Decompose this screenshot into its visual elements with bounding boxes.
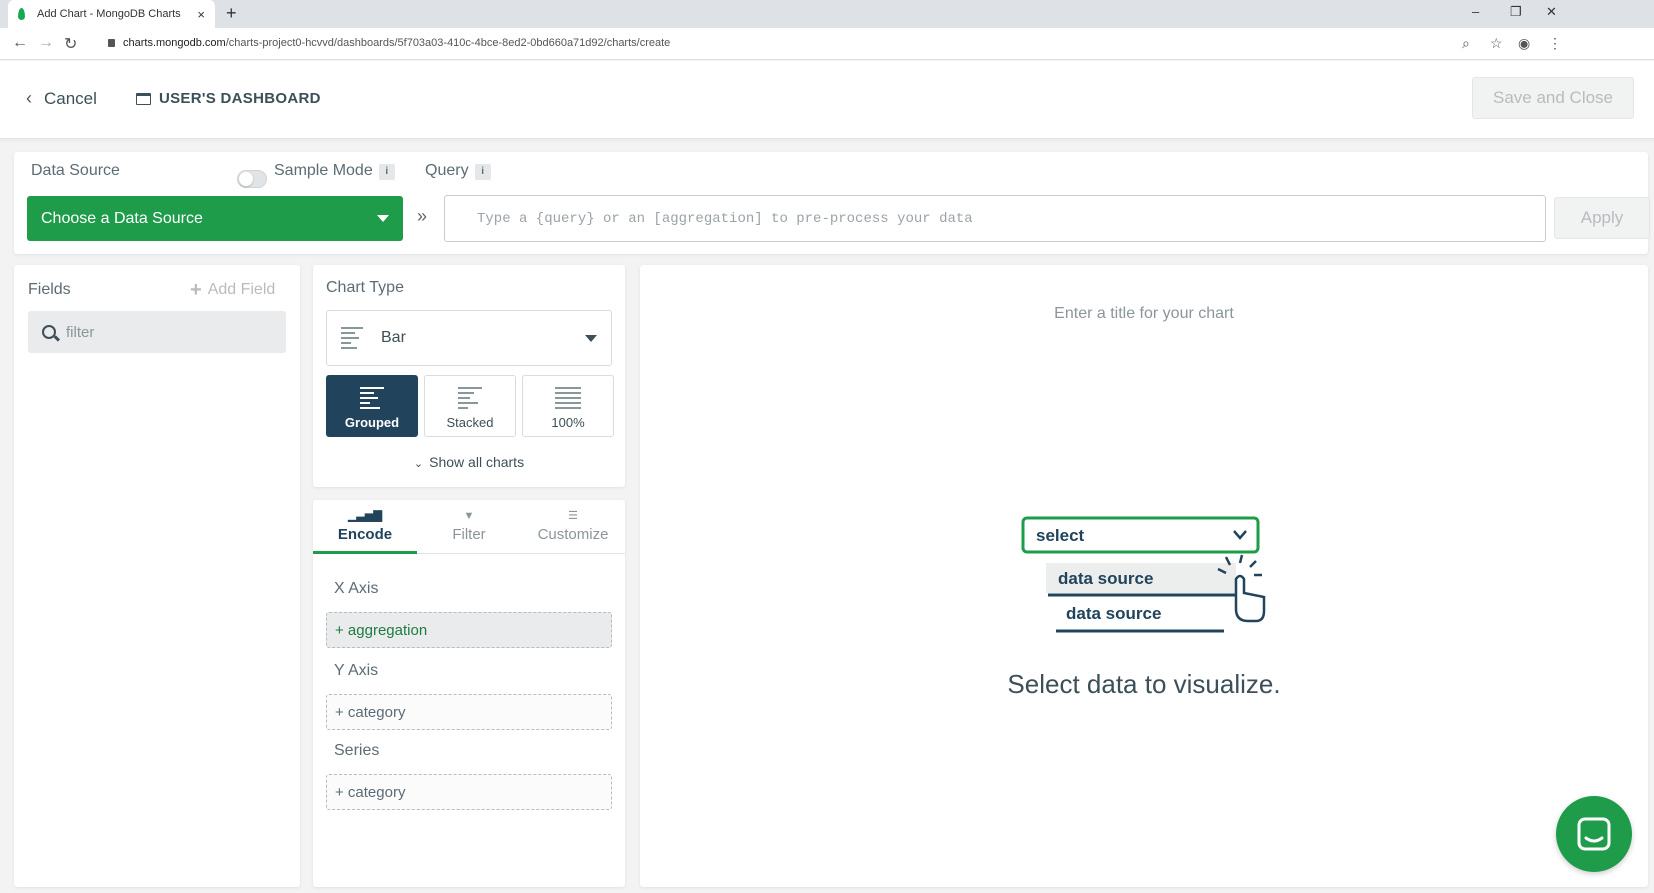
tab-encode-label: Encode (337, 526, 393, 543)
series-label: Series (334, 742, 380, 759)
subtype-stacked[interactable]: Stacked (424, 375, 516, 437)
chart-canvas: Enter a title for your chart select data… (640, 265, 1648, 887)
chat-widget-button[interactable] (1556, 796, 1632, 872)
subtype-100-percent[interactable]: 100% (522, 375, 614, 437)
data-source-label: Data Source (31, 162, 120, 179)
minimize-button[interactable]: – (1472, 4, 1479, 19)
query-placeholder: Type a {query} or an [aggregation] to pr… (477, 210, 973, 227)
sample-mode-text: Sample Mode (274, 162, 373, 179)
forward-icon[interactable]: → (38, 34, 54, 52)
y-axis-drop-zone[interactable]: + category (326, 694, 612, 730)
plus-icon: + (190, 279, 202, 301)
caret-down-icon (585, 334, 597, 342)
browser-tab-title: Add Chart - MongoDB Charts (37, 8, 181, 20)
query-input[interactable]: Type a {query} or an [aggregation] to pr… (444, 195, 1546, 242)
chart-title-input[interactable]: Enter a title for your chart (640, 305, 1648, 323)
chart-subtypes: Grouped Stacked 100% (326, 375, 614, 437)
chevron-down-icon: ⌄ (413, 458, 424, 470)
subtype-100-label: 100% (551, 415, 585, 430)
caret-down-icon (377, 215, 389, 222)
browser-tab[interactable]: Add Chart - MongoDB Charts × (8, 0, 215, 28)
url-path: /charts-project0-hcvvd/dashboards/5f703a… (225, 37, 671, 49)
tab-filter-label: Filter (452, 526, 486, 543)
browser-address-bar: ← → ↻ charts.mongodb.com/charts-project0… (0, 28, 1654, 60)
add-field-button[interactable]: + Add Field (190, 279, 276, 301)
fields-panel: Fields + Add Field filter (14, 265, 300, 887)
subtype-grouped-label: Grouped (344, 415, 400, 430)
tab-filter[interactable]: ▼ Filter (417, 500, 521, 553)
series-drop-zone[interactable]: + category (326, 774, 612, 810)
profile-icon[interactable]: ◉ (1518, 35, 1530, 52)
encode-icon: ▁▃▅▇ (348, 510, 382, 522)
empty-state-message: Select data to visualize. (1007, 669, 1281, 699)
select-data-illustration: select data source data source (1021, 516, 1266, 633)
search-icon (42, 325, 56, 339)
back-icon[interactable]: ← (12, 34, 28, 52)
browser-tabstrip: Add Chart - MongoDB Charts × + – ❐ ✕ (0, 0, 1654, 28)
chart-type-dropdown[interactable]: Bar (326, 310, 612, 366)
chart-type-selected: Bar (381, 329, 406, 346)
subtype-grouped[interactable]: Grouped (326, 375, 418, 437)
reload-icon[interactable]: ↻ (64, 34, 77, 54)
new-tab-button[interactable]: + (226, 3, 237, 24)
dashboard-label: USER'S DASHBOARD (159, 90, 321, 107)
lock-icon (108, 39, 115, 47)
close-tab-icon[interactable]: × (197, 7, 205, 22)
cancel-label: Cancel (44, 88, 97, 108)
choose-data-source-dropdown[interactable]: Choose a Data Source (27, 196, 403, 241)
double-chevron-icon: » (417, 206, 428, 226)
percent-bar-icon (555, 387, 581, 409)
tab-encode[interactable]: ▁▃▅▇ Encode (313, 500, 417, 554)
chevron-left-icon: ‹ (26, 88, 32, 108)
cancel-button[interactable]: ‹ Cancel (26, 88, 97, 109)
url-field[interactable]: charts.mongodb.com/charts-project0-hcvvd… (108, 37, 670, 49)
sample-mode-toggle[interactable] (237, 170, 267, 188)
dashboard-breadcrumb[interactable]: USER'S DASHBOARD (136, 90, 321, 107)
show-all-charts-link[interactable]: ⌄ Show all charts (313, 454, 625, 470)
chart-type-title: Chart Type (326, 279, 404, 296)
subtype-stacked-label: Stacked (446, 415, 494, 430)
tab-customize-label: Customize (537, 526, 609, 543)
chat-icon (1577, 817, 1611, 851)
filter-funnel-icon: ▼ (463, 510, 475, 522)
tab-customize[interactable]: ☰ Customize (521, 500, 625, 553)
filter-placeholder: filter (66, 323, 95, 341)
chart-type-panel: Chart Type Bar Grouped Stacked 100% ⌄ Sh… (313, 265, 625, 487)
app-header: ‹ Cancel USER'S DASHBOARD Save and Close (0, 61, 1654, 139)
x-axis-drop-zone[interactable]: + aggregation (326, 612, 612, 648)
choose-data-source-label: Choose a Data Source (41, 209, 203, 227)
close-window-button[interactable]: ✕ (1546, 4, 1557, 20)
field-filter-input[interactable]: filter (28, 311, 286, 353)
sample-mode-info-icon[interactable]: i (378, 164, 395, 180)
illustration-select-text: select (1036, 526, 1085, 545)
illustration-option-1: data source (1058, 569, 1153, 588)
zoom-icon[interactable]: ⌕ (1462, 35, 1470, 52)
stacked-bar-icon (458, 387, 482, 409)
sliders-icon: ☰ (568, 510, 578, 522)
grouped-bar-icon (360, 387, 384, 409)
restore-button[interactable]: ❐ (1510, 4, 1522, 20)
sample-mode-label: Sample Mode i (274, 162, 395, 180)
data-source-bar: Data Source Sample Mode i Choose a Data S… (14, 152, 1650, 254)
apply-button[interactable]: Apply (1554, 197, 1650, 239)
bookmark-star-icon[interactable]: ☆ (1490, 35, 1503, 52)
mongodb-leaf-icon (18, 8, 25, 20)
query-text: Query (425, 162, 469, 179)
query-label: Query i (425, 162, 491, 180)
illustration-option-2: data source (1066, 604, 1161, 623)
bar-chart-icon (341, 327, 363, 349)
url-domain: charts.mongodb.com (123, 37, 226, 49)
show-all-label: Show all charts (429, 454, 525, 470)
add-field-label: Add Field (207, 281, 276, 298)
query-info-icon[interactable]: i (474, 164, 491, 180)
y-axis-label: Y Axis (334, 662, 379, 679)
save-and-close-button[interactable]: Save and Close (1472, 77, 1634, 119)
fields-title: Fields (28, 281, 71, 298)
encode-tabs: ▁▃▅▇ Encode ▼ Filter ☰ Customize (313, 500, 625, 554)
browser-menu-icon[interactable]: ⋮ (1548, 35, 1562, 52)
encode-panel: ▁▃▅▇ Encode ▼ Filter ☰ Customize X Axis … (313, 500, 625, 887)
dashboard-icon (136, 92, 151, 105)
x-axis-label: X Axis (334, 580, 379, 597)
